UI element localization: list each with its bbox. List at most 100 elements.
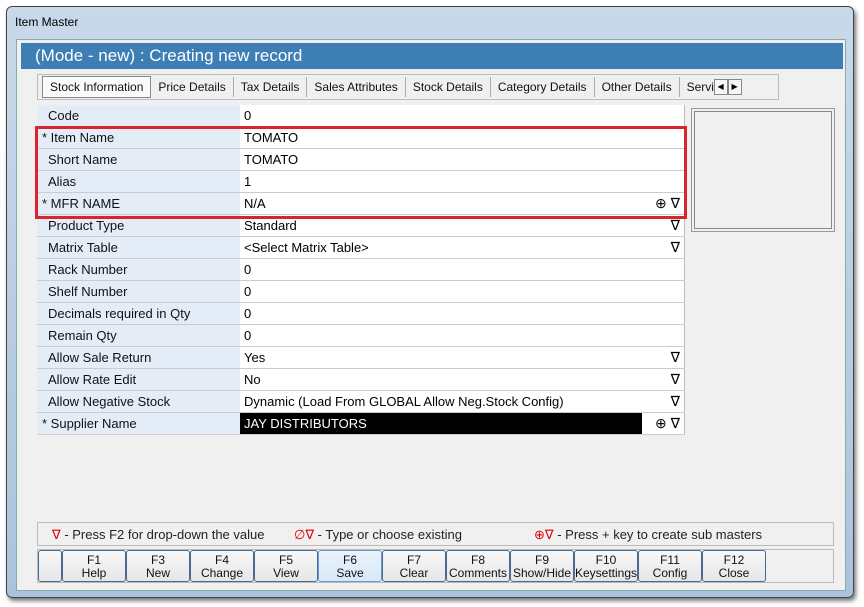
button-label: Help — [81, 566, 107, 580]
field-value-input[interactable]: 0 — [240, 303, 685, 324]
field-value-input[interactable]: 1 — [240, 171, 685, 192]
tab-scroll-right-icon[interactable]: ▶ — [727, 79, 742, 95]
field-value-input[interactable]: Standard ∇ — [240, 215, 685, 236]
field-value: Standard — [244, 218, 297, 233]
field-value: N/A — [244, 196, 266, 211]
button-label: Comments — [448, 566, 507, 580]
field-label: Alias — [37, 171, 240, 192]
field-value: 0 — [244, 262, 252, 277]
field-value-input[interactable]: TOMATO — [240, 127, 685, 148]
item-image-box[interactable] — [691, 108, 835, 232]
field-label: Remain Qty — [37, 325, 240, 346]
blank-button[interactable] — [38, 550, 62, 582]
tab-stock-information[interactable]: Stock Information — [42, 76, 152, 98]
field-value-input[interactable]: 0 — [240, 325, 685, 346]
field-value: <Select Matrix Table> — [244, 240, 369, 255]
tab-category-details[interactable]: Category Details — [491, 77, 595, 97]
comments-button[interactable]: F8 Comments — [446, 550, 510, 582]
field-value-input[interactable]: <Select Matrix Table> ∇ — [240, 237, 685, 258]
field-row: Matrix Table <Select Matrix Table> ∇ — [37, 237, 685, 259]
field-label: Allow Sale Return — [37, 347, 240, 368]
field-value-input[interactable]: No ∇ — [240, 369, 685, 390]
close-button[interactable]: F12 Close — [702, 550, 766, 582]
field-row: Alias 1 — [37, 171, 685, 193]
tab-servi[interactable]: Servi — [680, 77, 714, 97]
field-value-input[interactable]: 0 — [240, 281, 685, 302]
field-value-input[interactable]: Yes ∇ — [240, 347, 685, 368]
tab-stock-details[interactable]: Stock Details — [406, 77, 491, 97]
field-row: Rack Number 0 — [37, 259, 685, 281]
field-value: TOMATO — [244, 130, 299, 145]
add-dropdown-icon[interactable]: ⊕ ∇ — [655, 195, 680, 212]
legend-text: - Press + key to create sub masters — [553, 527, 763, 542]
dropdown-icon[interactable]: ∇ — [671, 371, 680, 388]
field-value: No — [244, 372, 261, 387]
tab-tax-details[interactable]: Tax Details — [234, 77, 308, 97]
field-row: Remain Qty 0 — [37, 325, 685, 347]
field-label: * Supplier Name — [37, 413, 240, 434]
legend-item: ∇ - Press F2 for drop-down the value — [52, 527, 264, 543]
field-value-input[interactable]: 0 — [240, 259, 685, 280]
field-row: Short Name TOMATO — [37, 149, 685, 171]
config-button[interactable]: F11 Config — [638, 550, 702, 582]
button-label: Config — [652, 566, 688, 580]
tab-sales-attributes[interactable]: Sales Attributes — [307, 77, 406, 97]
field-label: Code — [37, 105, 240, 126]
legend-bar: ∇ - Press F2 for drop-down the value ∅∇ -… — [37, 522, 834, 546]
button-label: New — [145, 566, 170, 580]
field-value-input[interactable]: 0 — [240, 105, 685, 126]
field-value: Yes — [244, 350, 266, 365]
field-value-input[interactable]: Dynamic (Load From GLOBAL Allow Neg.Stoc… — [240, 391, 685, 412]
field-value-input[interactable]: N/A ⊕ ∇ — [240, 193, 685, 214]
field-row: * Supplier Name JAY DISTRIBUTORS ⊕ ∇ — [37, 413, 685, 435]
field-value: JAY DISTRIBUTORS — [244, 416, 367, 431]
field-row: * MFR NAME N/A ⊕ ∇ — [37, 193, 685, 215]
save-button[interactable]: F6 Save — [318, 550, 382, 582]
field-label: Allow Negative Stock — [37, 391, 240, 412]
legend-symbol-icon: ∇ — [52, 527, 61, 542]
tab-strip: Stock Information Price Details Tax Detail… — [37, 74, 779, 100]
field-row: Allow Rate Edit No ∇ — [37, 369, 685, 391]
field-row: Code 0 — [37, 105, 685, 127]
button-label: Show/Hide — [512, 566, 572, 580]
button-label: Save — [336, 566, 364, 580]
field-label: * Item Name — [37, 127, 240, 148]
help-button[interactable]: F1 Help — [62, 550, 126, 582]
legend-text: - Type or choose existing — [314, 527, 462, 542]
new-button[interactable]: F3 New — [126, 550, 190, 582]
field-row: Allow Negative Stock Dynamic (Load From G… — [37, 391, 685, 413]
add-dropdown-icon[interactable]: ⊕ ∇ — [655, 415, 680, 432]
item-master-window: Item Master (Mode - new) : Creating new … — [6, 6, 854, 598]
button-label: Keysettings — [575, 566, 638, 580]
field-row: Allow Sale Return Yes ∇ — [37, 347, 685, 369]
field-label: Decimals required in Qty — [37, 303, 240, 324]
field-label: Rack Number — [37, 259, 240, 280]
tab-other-details[interactable]: Other Details — [595, 77, 680, 97]
field-value: 1 — [244, 174, 252, 189]
tab-scroll-left-icon[interactable]: ◀ — [713, 79, 728, 95]
field-row: * Item Name TOMATO — [37, 127, 685, 149]
show-hide-button[interactable]: F9 Show/Hide — [510, 550, 574, 582]
tab-price-details[interactable]: Price Details — [151, 77, 234, 97]
dropdown-icon[interactable]: ∇ — [671, 349, 680, 366]
keysettings-button[interactable]: F10 Keysettings — [574, 550, 638, 582]
field-grid: Code 0 * Item Name TOMATO Short Name TOMATO Al… — [37, 105, 685, 435]
view-button[interactable]: F5 View — [254, 550, 318, 582]
field-label: Matrix Table — [37, 237, 240, 258]
field-value-input[interactable]: TOMATO — [240, 149, 685, 170]
button-label: Change — [200, 566, 244, 580]
field-value: Dynamic (Load From GLOBAL Allow Neg.Stoc… — [244, 394, 564, 409]
dropdown-icon[interactable]: ∇ — [671, 239, 680, 256]
field-value-input[interactable]: JAY DISTRIBUTORS ⊕ ∇ — [240, 413, 685, 434]
field-label: * MFR NAME — [37, 193, 240, 214]
field-value: 0 — [244, 328, 252, 343]
field-label: Allow Rate Edit — [37, 369, 240, 390]
clear-button[interactable]: F7 Clear — [382, 550, 446, 582]
field-row: Product Type Standard ∇ — [37, 215, 685, 237]
field-row: Decimals required in Qty 0 — [37, 303, 685, 325]
field-value: TOMATO — [244, 152, 299, 167]
dropdown-icon[interactable]: ∇ — [671, 217, 680, 234]
dropdown-icon[interactable]: ∇ — [671, 393, 680, 410]
change-button[interactable]: F4 Change — [190, 550, 254, 582]
field-label: Product Type — [37, 215, 240, 236]
